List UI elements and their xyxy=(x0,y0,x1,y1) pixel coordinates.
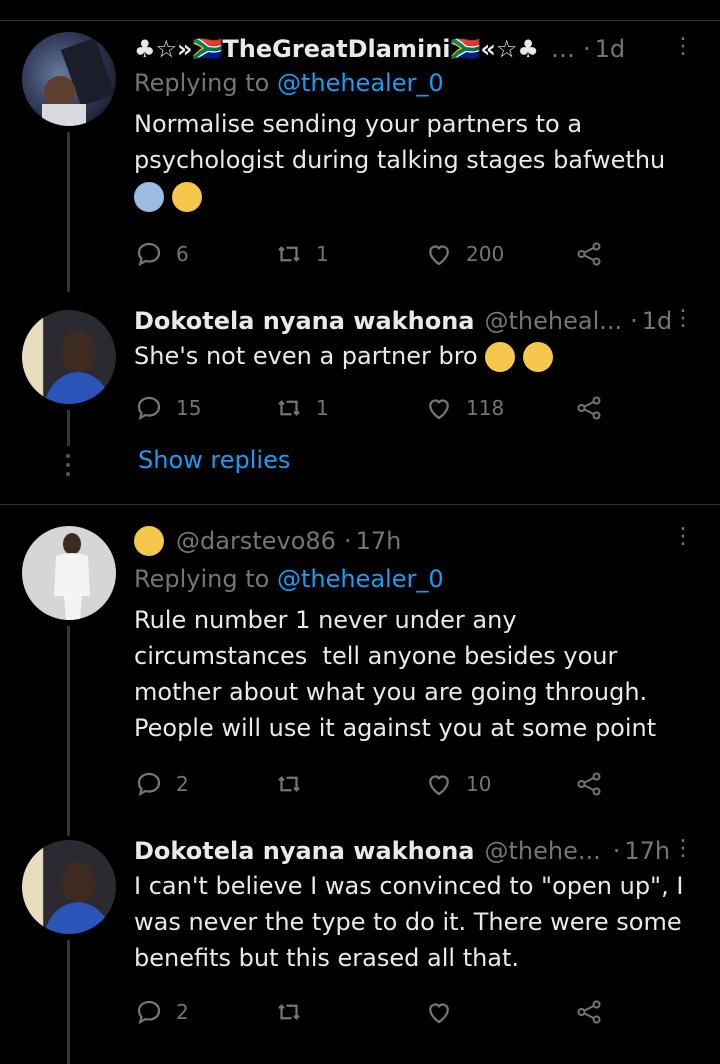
share-icon xyxy=(577,1000,601,1024)
replying-to: Replying to @thehealer_0 xyxy=(134,66,690,100)
more-options-icon[interactable]: ⋮ xyxy=(672,34,694,59)
retweet-button[interactable]: 1 xyxy=(274,393,424,423)
like-button[interactable]: 200 xyxy=(424,239,574,269)
tweet-text-content: Normalise sending your partners to a psy… xyxy=(134,110,666,174)
timestamp[interactable]: 1d xyxy=(595,32,626,66)
like-count: 10 xyxy=(466,772,492,796)
more-options-icon[interactable]: ⋮ xyxy=(672,524,694,549)
tweet-actions: 2 10 xyxy=(134,764,614,804)
retweet-icon xyxy=(278,1004,300,1020)
emoji-crying-icon xyxy=(485,342,516,372)
like-count: 118 xyxy=(466,396,505,420)
handle[interactable]: … xyxy=(551,32,575,66)
retweet-button[interactable]: 1 xyxy=(274,239,424,269)
separator-dot: · xyxy=(582,35,591,63)
thread-line xyxy=(67,626,70,836)
thread-line xyxy=(67,132,70,292)
reply-count: 2 xyxy=(176,772,189,796)
retweet-count: 1 xyxy=(316,242,329,266)
display-name[interactable]: ♣☆»🇿🇦TheGreatDlamini🇿🇦«☆♣ xyxy=(134,32,539,66)
reply-count: 2 xyxy=(176,1000,189,1024)
retweet-icon xyxy=(278,776,300,792)
replying-to: Replying to @thehealer_0 xyxy=(134,562,690,596)
divider xyxy=(0,504,720,505)
share-icon xyxy=(577,242,601,266)
reply-icon xyxy=(137,1000,161,1025)
heart-icon xyxy=(429,775,449,796)
retweet-button[interactable] xyxy=(274,997,424,1027)
replying-label: Replying to xyxy=(134,565,270,593)
tweet-text: She's not even a partner bro xyxy=(134,338,690,374)
tweet-actions: 2 xyxy=(134,992,614,1032)
display-name[interactable]: Dokotela nyana wakhona xyxy=(134,834,475,868)
emoji-crying-icon xyxy=(171,182,202,212)
retweet-count: 1 xyxy=(316,396,329,420)
reply-icon xyxy=(137,242,161,267)
thread-continuation-dots xyxy=(66,454,71,481)
tweet-actions: 6 1 200 xyxy=(134,234,614,274)
heart-icon xyxy=(429,1003,449,1024)
tweet-text: I can't believe I was convinced to "open… xyxy=(134,872,684,972)
avatar[interactable] xyxy=(22,840,116,934)
reply-button[interactable]: 15 xyxy=(134,393,274,423)
reply-button[interactable]: 6 xyxy=(134,239,274,269)
like-count: 200 xyxy=(466,242,505,266)
share-button[interactable] xyxy=(574,769,604,799)
show-replies-link[interactable]: Show replies xyxy=(138,446,290,474)
display-name[interactable]: Dokotela nyana wakhona xyxy=(134,304,475,338)
timestamp[interactable]: 17h xyxy=(356,524,402,558)
timestamp[interactable]: 17h xyxy=(624,834,670,868)
like-button[interactable] xyxy=(424,997,574,1027)
thread-line xyxy=(67,940,70,1064)
timestamp[interactable]: 1d xyxy=(642,304,673,338)
reply-count: 15 xyxy=(176,396,202,420)
like-button[interactable]: 118 xyxy=(424,393,574,423)
reply-button[interactable]: 2 xyxy=(134,769,274,799)
share-icon xyxy=(577,396,601,420)
replying-label: Replying to xyxy=(134,69,270,97)
share-button[interactable] xyxy=(574,393,604,423)
tweet-text-content: She's not even a partner bro xyxy=(134,342,478,370)
mention-link[interactable]: @thehealer_0 xyxy=(277,69,444,97)
separator-dot: · xyxy=(630,307,638,335)
reply-button[interactable]: 2 xyxy=(134,997,274,1027)
retweet-icon xyxy=(278,246,300,262)
emoji-crying-icon xyxy=(523,342,554,372)
more-options-icon[interactable]: ⋮ xyxy=(672,836,694,861)
avatar[interactable] xyxy=(22,526,116,620)
handle[interactable]: @darstevo86 xyxy=(176,524,336,558)
divider xyxy=(0,20,720,21)
emoji-person-icon xyxy=(134,182,164,212)
like-button[interactable]: 10 xyxy=(424,769,574,799)
avatar[interactable] xyxy=(22,310,116,404)
more-options-icon[interactable]: ⋮ xyxy=(672,306,694,331)
separator-dot: · xyxy=(343,527,352,555)
share-button[interactable] xyxy=(574,239,604,269)
share-button[interactable] xyxy=(574,997,604,1027)
reply-count: 6 xyxy=(176,242,189,266)
retweet-button[interactable] xyxy=(274,769,424,799)
tweet-actions: 15 1 118 xyxy=(134,388,614,428)
mention-link[interactable]: @thehealer_0 xyxy=(277,565,444,593)
heart-icon xyxy=(429,399,449,420)
handle[interactable]: @theheal... xyxy=(485,304,623,338)
tweet-text: Rule number 1 never under any circumstan… xyxy=(134,606,657,742)
tweet-text: Normalise sending your partners to a psy… xyxy=(134,106,690,214)
share-icon xyxy=(577,772,601,796)
reply-icon xyxy=(137,772,161,797)
handle[interactable]: @thehe... xyxy=(485,834,601,868)
thread-line xyxy=(67,410,70,446)
avatar[interactable] xyxy=(22,32,116,126)
emoji-laughing-icon xyxy=(134,526,164,556)
reply-icon xyxy=(137,396,161,421)
separator-dot: · xyxy=(612,837,621,865)
heart-icon xyxy=(429,245,449,266)
retweet-icon xyxy=(278,400,300,416)
